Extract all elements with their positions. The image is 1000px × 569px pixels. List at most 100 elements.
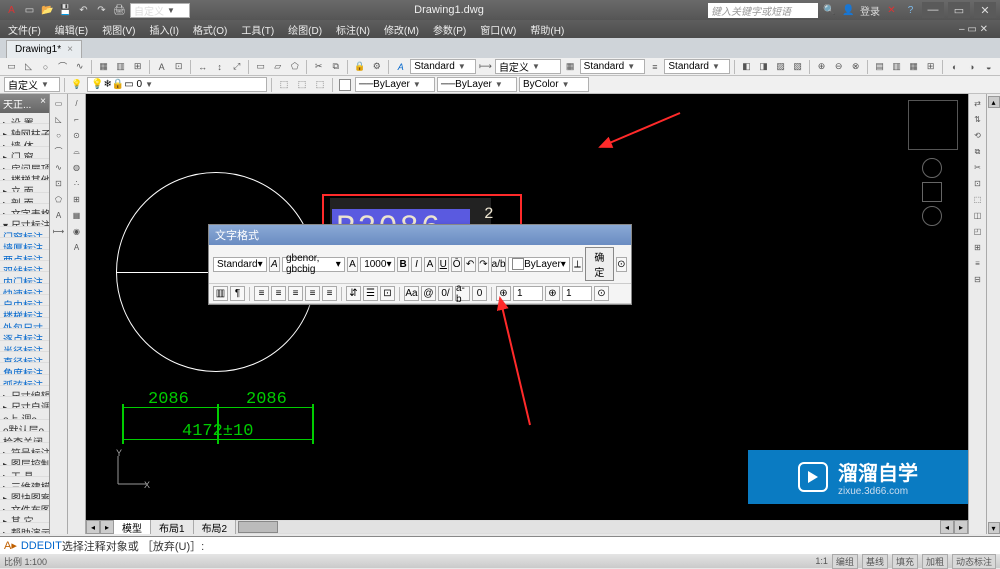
list-item[interactable]: 楼梯标注 [0,306,49,317]
close-tab-icon[interactable]: × [67,44,73,55]
tool-icon[interactable]: A [51,208,66,223]
tracking-button[interactable]: a-b [455,286,470,301]
tool-icon[interactable]: ⌐ [69,112,84,127]
tool-icon[interactable]: ▥ [889,59,904,74]
list-item[interactable]: ▸ 工 具 [0,466,49,477]
left-panel-header[interactable]: 天正...× [0,94,49,113]
view-cube[interactable] [908,100,958,150]
tool-icon[interactable]: A [69,240,84,255]
tool-icon[interactable]: 🔒 [352,59,367,74]
tool-icon[interactable]: ↔ [195,59,210,74]
tool-icon[interactable]: ⬠ [287,59,302,74]
layer-tool-icon[interactable]: ⬚ [294,77,310,92]
tool-icon[interactable]: ◑ [964,59,979,74]
align-left-button[interactable]: ≡ [254,286,269,301]
tool-icon[interactable]: ▥ [113,59,128,74]
te-color-combo[interactable]: ByLayer ▾ [508,257,570,272]
list-item[interactable]: ▸ 墙 体 [0,136,49,147]
spin-icon[interactable]: ⊕ [545,286,560,301]
color-icon[interactable] [337,77,353,92]
tool-icon[interactable]: ⧉ [328,59,343,74]
te-style-combo[interactable]: Standard ▾ [213,257,267,272]
scroll-left-icon[interactable]: ◂ [86,520,100,534]
tool-icon[interactable]: ⊞ [923,59,938,74]
layer-state-combo[interactable]: 自定义▼ [4,77,60,92]
list-item[interactable]: 外包尺寸 [0,318,49,329]
status-toggle[interactable]: 编组 [832,554,858,569]
oblique-button[interactable]: 0/ [438,286,453,301]
list-item[interactable]: 墙厚标注 [0,238,49,249]
scroll-thumb[interactable] [238,521,278,533]
tool-icon[interactable]: ▭ [253,59,268,74]
tool-icon[interactable]: ⌓ [69,144,84,159]
tool-icon[interactable]: ◉ [69,224,84,239]
list-item[interactable]: ▸ 尺寸编辑 [0,386,49,397]
tracking-factor[interactable]: 1 [562,286,592,301]
list-item[interactable]: 自由标注 [0,295,49,306]
underline-button[interactable]: U [438,257,449,272]
tool-icon[interactable]: ▭ [51,96,66,111]
te-font-combo[interactable]: gbenor, gbcbig ▾ [282,257,345,272]
tool-icon[interactable]: ▤ [872,59,887,74]
tool-icon[interactable]: ↕ [212,59,227,74]
save-icon[interactable]: 💾 [58,3,73,18]
ml-style-icon[interactable]: ≡ [647,59,662,74]
list-item[interactable]: 逐点标注 [0,329,49,340]
ruler-button[interactable]: ⟂ [572,257,583,272]
scroll-track[interactable] [236,521,940,533]
table-style-combo[interactable]: Standard▼ [580,59,646,74]
tool-icon[interactable]: ∿ [51,160,66,175]
uppercase-button[interactable]: Aa [404,286,419,301]
tool-icon[interactable]: / [69,96,84,111]
spin-icon[interactable]: ⊕ [496,286,511,301]
list-item[interactable]: o上 调o [0,409,49,420]
command-line[interactable]: A▸ DDEDIT 选择注释对象或 ［放弃(U)］: [0,536,1000,554]
tool-icon[interactable]: ⊡ [51,176,66,191]
tool-icon[interactable]: ○ [51,128,66,143]
list-item[interactable]: ▸ 楼梯其他 [0,170,49,181]
list-item[interactable]: 快速标注 [0,284,49,295]
menu-window[interactable]: 窗口(W) [480,22,516,37]
tool-icon[interactable]: ⬠ [51,192,66,207]
doc-tab[interactable]: Drawing1* × [6,40,82,58]
menu-view[interactable]: 视图(V) [102,22,135,37]
list-item[interactable]: ▸ 图块图案 [0,488,49,499]
user-icon[interactable]: 👤 [841,3,856,18]
tool-style-icon[interactable]: A [393,59,408,74]
layer-tool-icon[interactable]: 💡 [69,77,85,92]
list-item[interactable]: 门窗标注 [0,227,49,238]
modify-tool-icon[interactable]: ◰ [970,224,985,239]
menu-dimension[interactable]: 标注(N) [336,22,370,37]
status-toggle[interactable]: 动态标注 [952,554,996,569]
para-button[interactable]: ¶ [230,286,245,301]
undo-button[interactable]: ↶ [464,257,475,272]
text-format-dialog[interactable]: 文字格式 Standard ▾ A gbenor, gbcbig ▾ A 100… [208,224,632,305]
dim-style-combo[interactable]: 自定义▼ [495,59,561,74]
tool-icon[interactable]: ▨ [773,59,788,74]
font-a-button[interactable]: A [424,257,435,272]
tool-icon[interactable]: ▦ [69,208,84,223]
tool-icon[interactable]: ⊖ [831,59,846,74]
tool-icon[interactable]: ◺ [51,112,66,127]
list-item[interactable]: ▸ 图层控制 [0,454,49,465]
modify-tool-icon[interactable]: ⇄ [970,96,985,111]
search-icon[interactable]: 🔍 [822,3,837,18]
ok-button[interactable]: 确定 [585,247,613,281]
list-item[interactable]: ▾ 尺寸标注 [0,215,49,226]
modify-tool-icon[interactable]: ⊟ [970,272,985,287]
field-button[interactable]: ⊡ [380,286,395,301]
list-item[interactable]: ▸ 尺寸自调 [0,397,49,408]
te-size-combo[interactable]: 1000 ▾ [360,257,395,272]
list-item[interactable]: 角度标注 [0,363,49,374]
tool-icon[interactable]: ▧ [790,59,805,74]
list-item[interactable]: 半径标注 [0,341,49,352]
more-button[interactable]: ⊙ [594,286,609,301]
tool-icon[interactable]: ⊙ [69,128,84,143]
layer-combo[interactable]: 💡❄🔒▭ 0▼ [87,77,267,92]
list-item[interactable]: 双线标注 [0,261,49,272]
tool-icon[interactable]: ⤢ [229,59,244,74]
tool-icon[interactable]: ◨ [756,59,771,74]
dim-style-icon[interactable]: ⟼ [478,59,493,74]
list-item[interactable]: ▸ 帮助演示 [0,523,49,534]
status-toggle[interactable]: 加粗 [922,554,948,569]
